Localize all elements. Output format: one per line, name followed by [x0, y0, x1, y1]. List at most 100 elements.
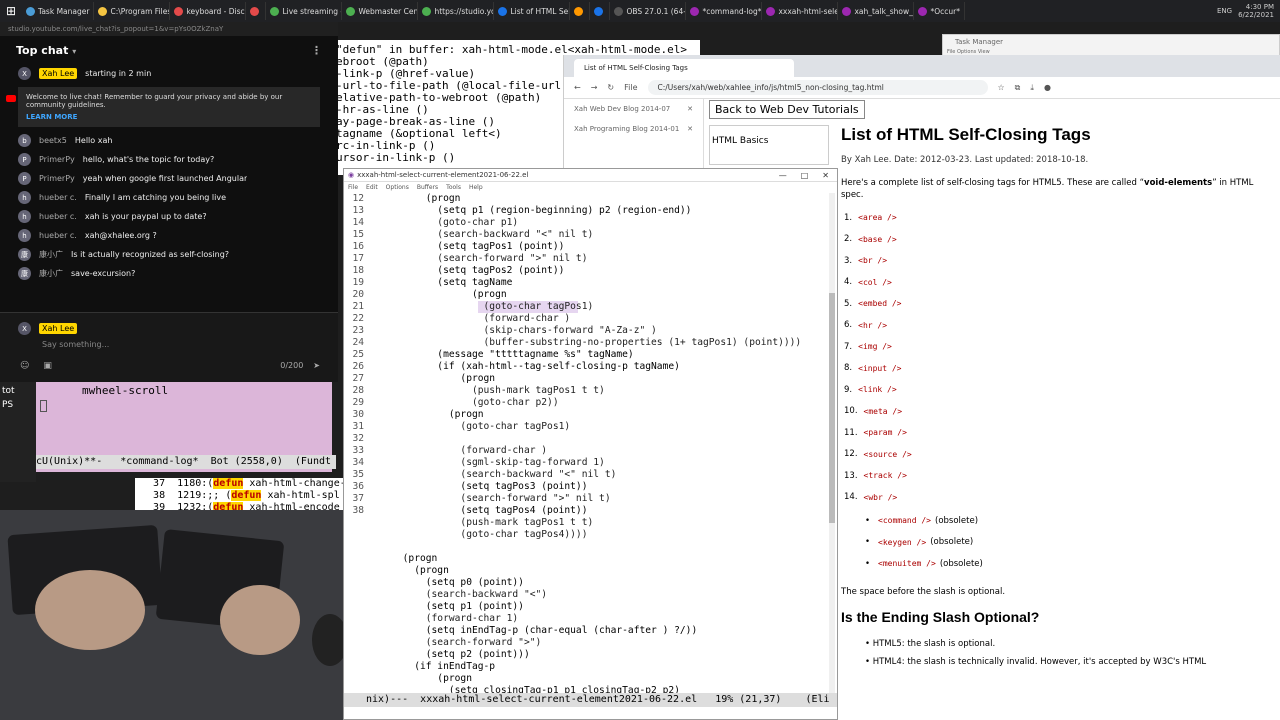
chat-message: h hueber c. Finally I am catching you bein… [0, 188, 338, 207]
terminal-fragment: tot PS [0, 382, 36, 482]
send-icon[interactable]: ➤ [313, 361, 320, 370]
money-icon[interactable]: ▣ [43, 361, 52, 371]
history-item[interactable]: Xah Web Dev Blog 2014-07 ✕ [564, 99, 703, 119]
taskbar-item[interactable]: C:\Program Files... [94, 2, 171, 20]
app-icon [614, 6, 624, 16]
taskbar-item[interactable] [246, 2, 267, 20]
list-number: 13. [844, 470, 858, 481]
task-manager-window[interactable]: Task Manager File Options View [942, 34, 1280, 56]
taskbar-item[interactable]: keyboard - Disco... [170, 2, 247, 20]
forward-icon[interactable]: → [591, 83, 598, 92]
menu-item-buffers[interactable]: Buffers [417, 184, 438, 191]
code-text: (setq tagPos2 (point)) [368, 265, 565, 276]
chat-author[interactable]: PrimerPy [39, 174, 75, 183]
avatar: h [18, 191, 31, 204]
command-log-mode-line: cU(Unix)**- *command-log* Bot (2558,0) (… [36, 455, 336, 469]
taskbar-item[interactable]: xxxah-html-sele... [762, 2, 839, 20]
avatar: P [18, 172, 31, 185]
taskbar-item[interactable]: *command-log* [686, 2, 763, 20]
chat-author[interactable]: beetx5 [39, 136, 67, 145]
profile-icon[interactable]: ● [1044, 83, 1051, 92]
menu-item-help[interactable]: Help [469, 184, 483, 191]
chat-author[interactable]: 康小广 [39, 249, 63, 260]
occur-result-line[interactable]: 37 1180:(defun xah-html-change- [135, 478, 365, 490]
taskbar-item[interactable] [590, 2, 611, 20]
code-line: (forward-char 1) [344, 613, 824, 625]
back-icon[interactable]: ← [574, 83, 581, 92]
code-text: (search-forward ">" nil t) [368, 253, 588, 264]
learn-more-link[interactable]: LEARN MORE [26, 113, 312, 121]
chat-author[interactable]: PrimerPy [39, 155, 75, 164]
line-number [344, 601, 368, 613]
chat-author[interactable]: hueber c. [39, 212, 77, 221]
menu-item-tools[interactable]: Tools [446, 184, 461, 191]
code-text: (buffer-substring-no-properties (1+ tagP… [368, 337, 802, 348]
emoji-icon[interactable]: ☺ [20, 361, 29, 371]
code-area[interactable]: 12 (progn 13 (setq p1 (region-beginning) … [344, 193, 824, 708]
taskbar-item[interactable]: List of HTML Self... [494, 2, 571, 20]
taskbar-item[interactable]: OBS 27.0.1 (64-bi... [610, 2, 687, 20]
chat-author[interactable]: hueber c. [39, 231, 77, 240]
occur-result-line[interactable]: 38 1219:;; (defun xah-html-spl [135, 490, 365, 502]
line-number: 18 [352, 265, 364, 276]
emacs-scrollbar[interactable] [829, 193, 835, 693]
scrollbar-thumb[interactable] [829, 293, 835, 523]
menu-item-file[interactable]: File [348, 184, 358, 191]
maximize-icon[interactable]: □ [801, 171, 809, 180]
close-icon[interactable]: ✕ [687, 125, 693, 133]
terminal-line: PS [2, 400, 14, 410]
history-list: Xah Web Dev Blog 2014-07 ✕ Xah Programing … [564, 99, 703, 139]
keyboard-hands-image [0, 510, 367, 720]
taskbar-item[interactable] [570, 2, 591, 20]
taskbar-item[interactable]: Live streaming - ... [266, 2, 343, 20]
taskbar-item[interactable]: https://studio.yo... [418, 2, 495, 20]
code-text: (goto-char p1) [368, 217, 519, 228]
close-icon[interactable]: ✕ [687, 105, 693, 113]
menu-item-options[interactable]: Options [386, 184, 409, 191]
line-number: 27 [352, 373, 364, 384]
line-number: 24 [352, 337, 364, 348]
code-line: (goto-char tagPos4)))) [344, 529, 824, 541]
app-icon [174, 6, 184, 16]
address-bar[interactable]: C:/Users/xah/web/xahlee_info/js/html5_no… [647, 80, 988, 95]
close-icon[interactable]: ✕ [822, 171, 829, 180]
more-options-icon[interactable]: ⋮ [311, 44, 322, 57]
history-item[interactable]: Xah Programing Blog 2014-01 ✕ [564, 119, 703, 139]
chat-message-text: yeah when google first launched Angular [82, 174, 248, 183]
language-indicator[interactable]: ENG [1217, 7, 1232, 15]
browser-tab[interactable]: List of HTML Self-Closing Tags [574, 59, 794, 77]
reload-icon[interactable]: ↻ [607, 83, 614, 92]
chat-message: 康康小广 Is it actually recognized as self-cl… [0, 245, 338, 264]
sidebar-link-html-basics[interactable]: HTML Basics [709, 125, 829, 165]
code-text: (push-mark tagPos1 t t) [368, 385, 605, 396]
star-icon[interactable]: ☆ [998, 83, 1005, 92]
back-to-tutorials-button[interactable]: Back to Web Dev Tutorials [709, 100, 865, 119]
clock[interactable]: 4:30 PM 6/22/2021 [1238, 3, 1274, 19]
taskbar-item[interactable]: xah_talk_show_2... [838, 2, 915, 20]
extensions-icon[interactable]: ⧉ [1015, 83, 1021, 93]
chat-header-title[interactable]: Top chat ▾ [16, 44, 76, 57]
line-number [344, 625, 368, 637]
code-text: (if (xah-html--tag-self-closing-p tagNam… [368, 361, 680, 372]
chat-author[interactable]: 康小广 [39, 268, 63, 279]
minimize-icon[interactable]: — [779, 171, 787, 180]
chat-input-field[interactable]: Say something... [0, 338, 338, 351]
taskbar-item[interactable]: *Occur* [914, 2, 965, 20]
code-text: (forward-char 1) [368, 613, 519, 624]
taskbar-item[interactable]: Webmaster Cent... [342, 2, 419, 20]
list-number: 11. [844, 427, 858, 438]
code-line: 31 (goto-char tagPos1) [344, 421, 824, 433]
app-icon [594, 6, 604, 16]
code-text: (progn [368, 409, 484, 420]
taskbar-item[interactable]: Task Manager [22, 2, 95, 20]
line-number: 26 [352, 361, 364, 372]
chat-author-owner[interactable]: Xah Lee [39, 68, 78, 79]
windows-start-icon[interactable]: ⊞ [0, 0, 22, 22]
chat-author[interactable]: hueber c. [39, 193, 77, 202]
line-number [344, 517, 368, 529]
line-number: 15 [352, 229, 364, 240]
clock-date: 6/22/2021 [1238, 11, 1274, 19]
app-icon [842, 6, 852, 16]
download-icon[interactable]: ⤓ [1030, 83, 1034, 93]
menu-item-edit[interactable]: Edit [366, 184, 378, 191]
